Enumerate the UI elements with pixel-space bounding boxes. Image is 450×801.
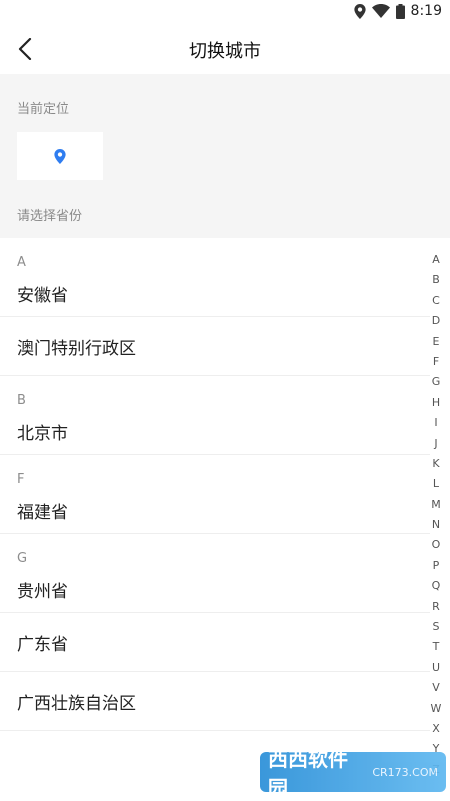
section-header-a: A <box>17 255 26 270</box>
status-time: 8:19 <box>410 3 442 19</box>
list-item[interactable]: 福建省 <box>0 487 430 534</box>
index-letter-q[interactable]: Q <box>432 576 441 596</box>
select-province-label: 请选择省份 <box>17 209 83 224</box>
battery-icon <box>395 3 405 19</box>
index-letter-d[interactable]: D <box>432 311 440 331</box>
index-letter-b[interactable]: B <box>432 270 440 290</box>
index-letter-i[interactable]: I <box>434 413 437 433</box>
index-letter-l[interactable]: L <box>433 474 439 494</box>
wifi-icon <box>371 4 390 18</box>
index-letter-u[interactable]: U <box>432 658 440 678</box>
index-letter-p[interactable]: P <box>433 556 440 576</box>
index-letter-k[interactable]: K <box>432 454 439 474</box>
page-title: 切换城市 <box>189 41 261 62</box>
status-icons: 8:19 <box>353 3 442 19</box>
index-letter-v[interactable]: V <box>432 678 440 698</box>
list-item[interactable]: 澳门特别行政区 <box>0 317 430 376</box>
index-letter-c[interactable]: C <box>432 291 440 311</box>
watermark-brand: 西西软件园 <box>268 747 348 800</box>
index-letter-g[interactable]: G <box>432 372 441 392</box>
index-letter-n[interactable]: N <box>432 515 440 535</box>
index-letter-h[interactable]: H <box>432 393 440 413</box>
current-location-label: 当前定位 <box>17 102 70 117</box>
index-letter-r[interactable]: R <box>432 597 440 617</box>
index-letter-t[interactable]: T <box>433 637 440 657</box>
index-letter-a[interactable]: A <box>432 250 440 270</box>
index-letter-o[interactable]: O <box>432 535 441 555</box>
section-header-f: F <box>17 472 25 487</box>
province-list: A 安徽省 澳门特别行政区 B 北京市 F 福建省 G 贵州省 广东省 广西壮族… <box>0 238 450 731</box>
location-icon <box>353 3 366 19</box>
title-bar: 切换城市 <box>0 24 450 74</box>
watermark-domain: CR173.COM <box>372 765 438 779</box>
list-item[interactable]: 广东省 <box>0 613 430 672</box>
list-item[interactable]: 贵州省 <box>0 566 430 613</box>
list-item[interactable]: 北京市 <box>0 408 430 455</box>
index-letter-x[interactable]: X <box>432 719 440 739</box>
index-letter-j[interactable]: J <box>434 434 437 454</box>
list-item[interactable]: 安徽省 <box>0 270 430 317</box>
list-item[interactable]: 广西壮族自治区 <box>0 672 430 731</box>
section-header-g: G <box>17 551 28 566</box>
index-letter-e[interactable]: E <box>433 332 440 352</box>
index-letter-m[interactable]: M <box>431 495 441 515</box>
index-letter-s[interactable]: S <box>433 617 440 637</box>
location-panel: 当前定位 请选择省份 <box>0 74 450 238</box>
index-letter-f[interactable]: F <box>433 352 439 372</box>
watermark: 西西软件园 CR173.COM <box>260 747 446 800</box>
current-location-button[interactable] <box>17 132 103 180</box>
map-pin-icon <box>54 148 66 164</box>
alphabet-index[interactable]: ABCDEFGHIJKLMNOPQRSTUVWXYZ <box>428 250 444 780</box>
index-letter-w[interactable]: W <box>431 699 442 719</box>
status-bar: 8:19 <box>0 0 450 24</box>
section-header-b: B <box>17 393 26 408</box>
